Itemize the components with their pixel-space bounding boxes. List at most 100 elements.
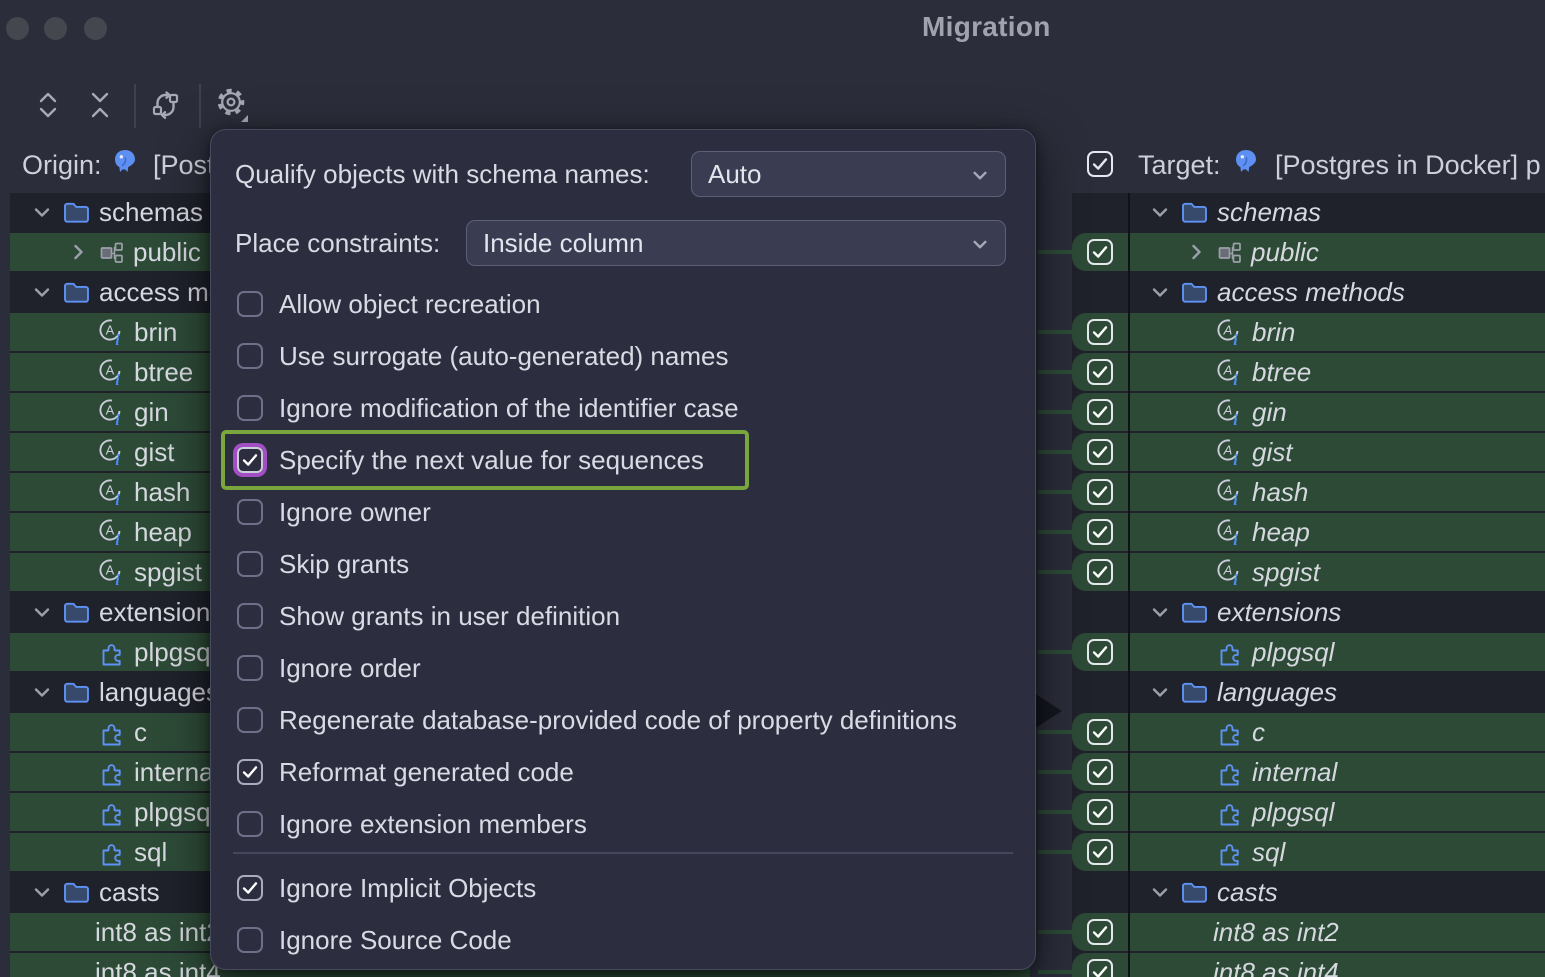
svg-text:A: A <box>106 482 115 497</box>
access-icon: Ai <box>1216 558 1243 587</box>
option-checkbox[interactable] <box>237 811 263 837</box>
option-row[interactable]: Show grants in user definition <box>211 590 1035 642</box>
tree-row[interactable]: plpgsql <box>1072 633 1545 671</box>
tree-row[interactable]: Aibrin <box>1072 313 1545 351</box>
option-row[interactable]: Reformat generated code <box>211 746 1035 798</box>
tree-row[interactable]: plpgsql <box>1072 793 1545 831</box>
option-checkbox[interactable] <box>237 655 263 681</box>
svg-text:A: A <box>1223 442 1233 457</box>
zoom-window-button[interactable] <box>84 17 107 40</box>
option-row[interactable]: Skip grants <box>211 538 1035 590</box>
chevron-down-icon[interactable] <box>30 280 54 304</box>
close-window-button[interactable] <box>6 17 29 40</box>
option-checkbox[interactable] <box>237 291 263 317</box>
option-row[interactable]: Ignore Implicit Objects <box>211 862 1035 914</box>
minimize-window-button[interactable] <box>44 17 67 40</box>
tree-row-label: heap <box>1252 517 1310 548</box>
option-row[interactable]: Ignore extension members <box>211 798 1035 850</box>
option-checkbox[interactable] <box>237 447 263 473</box>
expand-all-button[interactable] <box>28 84 68 126</box>
chevron-right-icon[interactable] <box>1184 240 1208 264</box>
tree-row[interactable]: sql <box>1072 833 1545 871</box>
tree-row[interactable]: Aibtree <box>1072 353 1545 391</box>
row-checkbox[interactable] <box>1087 519 1113 545</box>
row-checkbox[interactable] <box>1087 959 1113 977</box>
chevron-down-icon[interactable] <box>30 200 54 224</box>
option-row[interactable]: Ignore owner <box>211 486 1035 538</box>
row-checkbox[interactable] <box>1087 439 1113 465</box>
row-checkbox[interactable] <box>1087 239 1113 265</box>
tree-row[interactable]: Aispgist <box>1072 553 1545 591</box>
tree-row[interactable]: int8 as int2 <box>1072 913 1545 951</box>
option-checkbox[interactable] <box>237 927 263 953</box>
option-checkbox[interactable] <box>237 499 263 525</box>
tree-row[interactable]: Aigist <box>1072 433 1545 471</box>
synchronize-button[interactable] <box>146 84 186 126</box>
collapse-all-icon <box>83 88 117 122</box>
row-checkbox[interactable] <box>1087 639 1113 665</box>
row-checkbox[interactable] <box>1087 799 1113 825</box>
chevron-right-icon[interactable] <box>66 240 90 264</box>
chevron-down-icon[interactable] <box>1148 680 1172 704</box>
svg-text:i: i <box>1233 452 1238 467</box>
row-checkbox[interactable] <box>1087 759 1113 785</box>
option-checkbox[interactable] <box>237 343 263 369</box>
option-checkbox[interactable] <box>237 551 263 577</box>
option-checkbox[interactable] <box>237 759 263 785</box>
chevron-down-icon[interactable] <box>1148 200 1172 224</box>
target-tree: schemaspublicaccess methodsAibrinAibtree… <box>1072 193 1545 977</box>
row-checkbox-cell <box>1072 473 1128 511</box>
tree-row[interactable]: extensions <box>1072 593 1545 631</box>
row-checkbox[interactable] <box>1087 479 1113 505</box>
collapse-all-button[interactable] <box>80 84 120 126</box>
place-constraints-select[interactable]: Inside column <box>466 220 1006 266</box>
chevron-down-icon[interactable] <box>1148 280 1172 304</box>
tree-row[interactable]: int8 as int4 <box>1072 953 1545 977</box>
option-row[interactable]: Regenerate database-provided code of pro… <box>211 694 1035 746</box>
chevron-down-icon[interactable] <box>1148 880 1172 904</box>
tree-row[interactable]: Aihash <box>1072 473 1545 511</box>
chevron-down-icon[interactable] <box>1148 600 1172 624</box>
row-checkbox[interactable] <box>1087 559 1113 585</box>
row-checkbox[interactable] <box>1087 719 1113 745</box>
row-checkbox[interactable] <box>1087 839 1113 865</box>
tree-row[interactable]: access methods <box>1072 273 1545 311</box>
option-row[interactable]: Ignore modification of the identifier ca… <box>211 382 1035 434</box>
gear-icon <box>212 84 252 126</box>
option-row[interactable]: Ignore Source Code <box>211 914 1035 966</box>
tree-row-label: schemas <box>99 197 203 228</box>
tree-row-label: extensions <box>1217 597 1341 628</box>
row-checkbox[interactable] <box>1087 359 1113 385</box>
option-checkbox[interactable] <box>237 603 263 629</box>
option-checkbox[interactable] <box>237 395 263 421</box>
access-icon: Ai <box>1216 358 1243 387</box>
option-row[interactable]: Use surrogate (auto-generated) names <box>211 330 1035 382</box>
settings-button[interactable] <box>212 84 252 126</box>
tree-row[interactable]: casts <box>1072 873 1545 911</box>
tree-row-label: casts <box>99 877 160 908</box>
option-row[interactable]: Specify the next value for sequences <box>211 434 1035 486</box>
option-checkbox[interactable] <box>237 875 263 901</box>
row-checkbox[interactable] <box>1087 319 1113 345</box>
tree-row[interactable]: internal <box>1072 753 1545 791</box>
chevron-down-icon[interactable] <box>30 880 54 904</box>
tree-row[interactable]: c <box>1072 713 1545 751</box>
option-checkbox[interactable] <box>237 707 263 733</box>
chevron-down-icon[interactable] <box>30 680 54 704</box>
tree-row[interactable]: languages <box>1072 673 1545 711</box>
row-checkbox[interactable] <box>1087 399 1113 425</box>
option-label: Ignore modification of the identifier ca… <box>279 393 739 424</box>
tree-row-label: public <box>133 237 201 268</box>
tree-row[interactable]: schemas <box>1072 193 1545 231</box>
qualify-objects-select[interactable]: Auto <box>691 151 1006 197</box>
target-checkbox-divider <box>1128 193 1130 977</box>
row-checkbox[interactable] <box>1087 919 1113 945</box>
option-row[interactable]: Ignore order <box>211 642 1035 694</box>
option-row[interactable]: Allow object recreation <box>211 278 1035 330</box>
tree-row[interactable]: Aigin <box>1072 393 1545 431</box>
tree-row[interactable]: public <box>1072 233 1545 271</box>
tree-row[interactable]: Aiheap <box>1072 513 1545 551</box>
chevron-down-icon[interactable] <box>30 600 54 624</box>
target-select-all-checkbox[interactable] <box>1087 151 1113 177</box>
row-checkbox-cell <box>1072 753 1128 791</box>
